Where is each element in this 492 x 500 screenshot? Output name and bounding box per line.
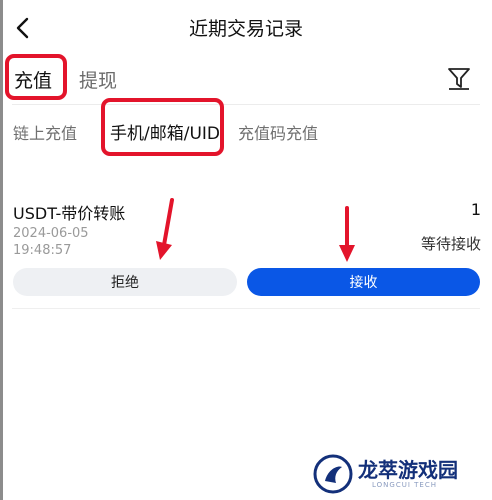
- annotation-arrow-right: [339, 206, 355, 262]
- tab-bar: 充值 提现: [0, 60, 492, 102]
- accept-button[interactable]: 接收: [247, 268, 480, 296]
- filter-button[interactable]: [446, 64, 472, 92]
- header: 近期交易记录: [0, 0, 492, 56]
- filter-icon: [448, 68, 470, 90]
- tab-divider: [12, 104, 480, 105]
- watermark-logo: 龙萃游戏园 LONGCUI TECH: [312, 452, 487, 496]
- page-title: 近期交易记录: [188, 18, 303, 40]
- watermark-brand: 龙萃游戏园: [358, 458, 458, 482]
- tab-withdraw[interactable]: 提现: [79, 66, 117, 93]
- record-time: 19:48:57: [13, 243, 72, 258]
- watermark-emblem-icon: [313, 454, 353, 494]
- watermark-sub: LONGCUI TECH: [372, 481, 437, 489]
- subtab-onchain-deposit[interactable]: 链上充值: [13, 120, 77, 144]
- reject-button[interactable]: 拒绝: [13, 268, 237, 296]
- record-status: 等待接收: [420, 235, 481, 253]
- highlight-box-phone-email-uid: [101, 98, 224, 156]
- transaction-record: USDT-带价转账 1 2024-06-05 19:48:57 等待接收 拒绝 …: [0, 195, 492, 310]
- subtab-bar: 链上充值 手机/邮箱/UID 充值码充值: [0, 110, 492, 150]
- subtab-code-deposit[interactable]: 充值码充值: [238, 120, 318, 144]
- annotation-arrow-left: [156, 198, 174, 260]
- highlight-box-deposit-tab: [5, 54, 67, 100]
- record-date: 2024-06-05: [13, 226, 89, 241]
- record-divider: [12, 308, 480, 309]
- record-name: USDT-带价转账: [13, 204, 126, 223]
- record-count: 1: [470, 200, 481, 219]
